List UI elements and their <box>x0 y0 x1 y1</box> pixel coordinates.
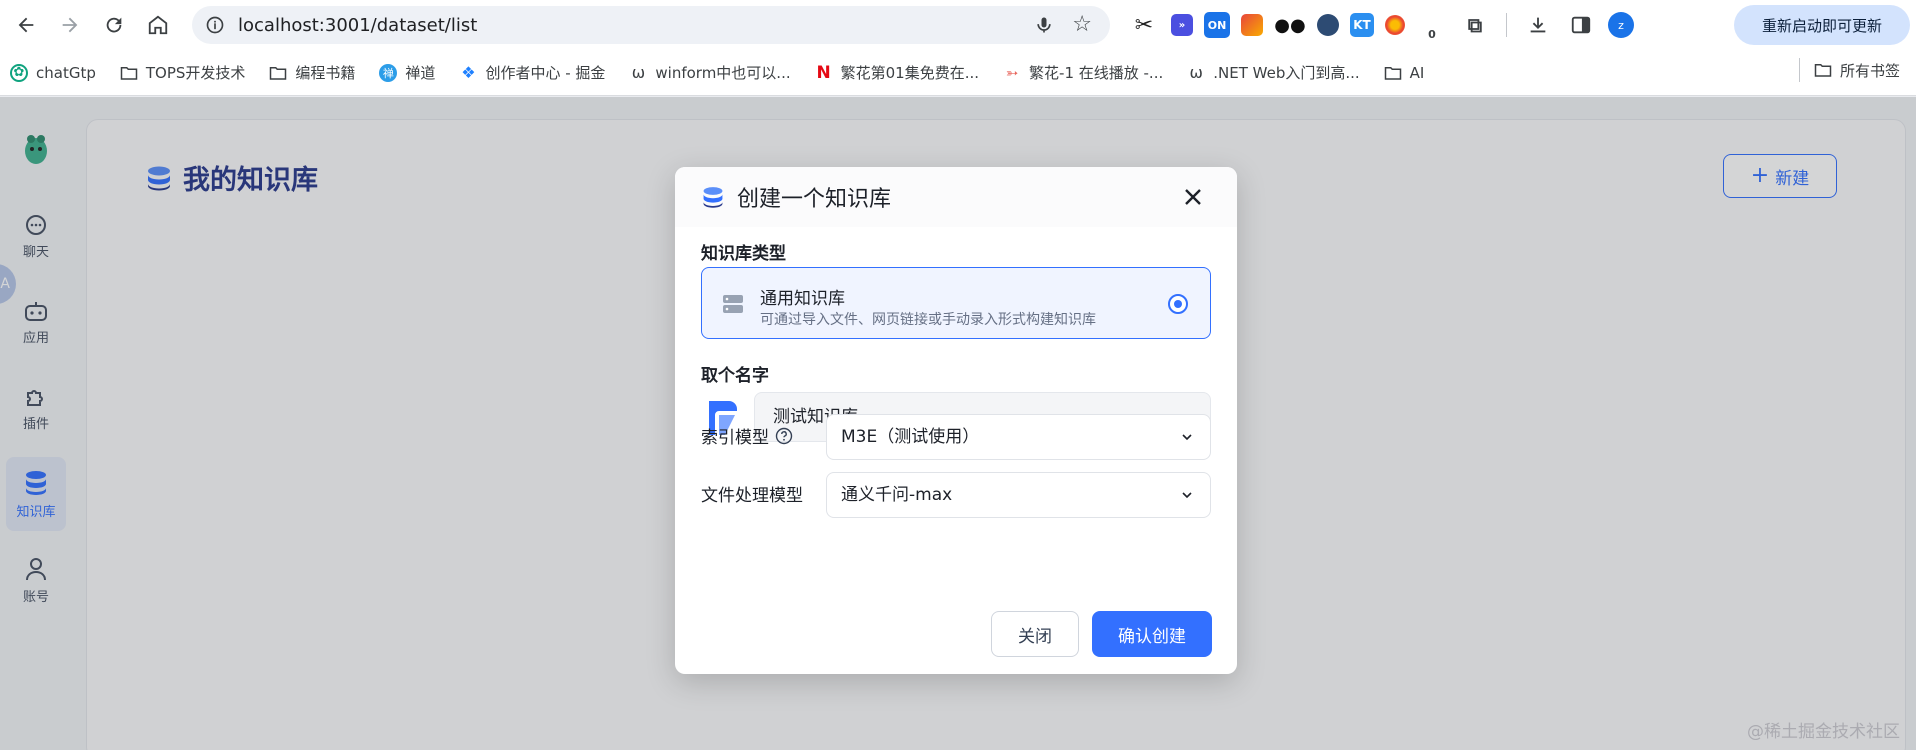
globe-extension-icon[interactable] <box>1317 14 1339 36</box>
site-info-button[interactable] <box>196 6 234 44</box>
index-model-select[interactable]: M3E（测试使用） <box>826 414 1211 460</box>
on-extension-icon[interactable]: ON <box>1204 12 1230 38</box>
arrow-left-icon <box>18 17 34 33</box>
bookmark-item[interactable]: N 繁花第01集免费在... <box>803 58 991 88</box>
file-model-select[interactable]: 通义千问-max <box>826 472 1211 518</box>
name-section-label: 取个名字 <box>701 366 769 386</box>
download-icon[interactable] <box>1522 9 1554 41</box>
toolbar-separator <box>1506 13 1507 37</box>
folder-icon <box>269 64 287 82</box>
browser-toolbar: localhost:3001/dataset/list ☆ ✂ » ON ●● … <box>0 0 1916 50</box>
folder-icon <box>120 64 138 82</box>
help-circle-icon[interactable] <box>775 427 793 445</box>
type-section-label: 知识库类型 <box>701 244 786 264</box>
chat-extension-icon[interactable]: » <box>1171 14 1193 36</box>
reload-icon <box>106 17 122 33</box>
chevron-down-icon <box>1182 434 1192 441</box>
omega-icon: ω <box>631 63 646 82</box>
zentao-icon: 禅 <box>379 63 398 82</box>
bookmarks-bar: ✿ chatGtp TOPS开发技术 编程书籍 禅 禅道 ❖ 创作者中心 - 掘… <box>0 50 1916 96</box>
restart-update-button[interactable]: 重新启动即可更新 <box>1734 5 1910 45</box>
bookmark-item[interactable]: TOPS开发技术 <box>108 58 258 88</box>
bookmark-item[interactable]: ω winform中也可以... <box>617 58 802 88</box>
arrow-right-icon <box>62 17 78 33</box>
home-icon <box>148 15 168 35</box>
reload-button[interactable] <box>94 5 134 45</box>
bookmark-item[interactable]: AI <box>1372 58 1437 88</box>
confirm-create-button[interactable]: 确认创建 <box>1092 611 1212 657</box>
all-bookmarks[interactable]: 所有书签 <box>1795 58 1900 82</box>
scissors-icon[interactable]: ✂ <box>1128 9 1160 41</box>
watermark: @稀土掘金技术社区 <box>1747 722 1900 742</box>
chevron-down-icon <box>1182 492 1192 499</box>
fish-icon: ➳ <box>1005 63 1019 82</box>
juejin-icon: ❖ <box>461 63 476 82</box>
type-radio[interactable] <box>1168 294 1188 314</box>
netflix-icon: N <box>816 62 831 83</box>
modal-title: 创建一个知识库 <box>737 187 892 212</box>
openai-icon: ✿ <box>10 63 28 82</box>
kt-extension-icon[interactable]: KT <box>1350 13 1374 37</box>
forward-button[interactable] <box>50 5 90 45</box>
bookmark-item[interactable]: ✿ chatGtp <box>0 58 108 88</box>
url-text[interactable]: localhost:3001/dataset/list <box>238 15 477 36</box>
back-button[interactable] <box>6 5 46 45</box>
address-bar[interactable]: localhost:3001/dataset/list ☆ <box>192 6 1110 44</box>
bookmark-item[interactable]: ❖ 创作者中心 - 掘金 <box>447 58 617 88</box>
sync-extension-icon[interactable]: 0 <box>1416 9 1448 41</box>
info-icon <box>206 16 224 34</box>
dataset-type-option[interactable]: 通用知识库 可通过导入文件、网页链接或手动录入形式构建知识库 <box>701 267 1211 339</box>
close-icon[interactable] <box>1179 183 1207 211</box>
type-option-name: 通用知识库 <box>760 289 845 309</box>
download-arrow-icon <box>1530 17 1546 33</box>
radio-dot <box>1174 300 1182 308</box>
server-icon <box>723 295 743 313</box>
bookmark-item[interactable]: 禅 禅道 <box>367 58 447 88</box>
folder-icon <box>1814 62 1832 78</box>
bookmarks-separator <box>1798 58 1800 82</box>
microphone-icon[interactable] <box>1034 14 1054 36</box>
omega-icon: ω <box>1189 63 1203 82</box>
file-model-field-label: 文件处理模型 <box>701 486 803 506</box>
modal-header: 创建一个知识库 <box>675 167 1237 227</box>
index-model-field-label: 索引模型 <box>701 423 793 448</box>
close-button[interactable]: 关闭 <box>991 611 1079 657</box>
side-panel-icon[interactable] <box>1565 9 1597 41</box>
extensions-puzzle-icon[interactable]: ⧉ <box>1459 9 1491 41</box>
panel-icon <box>1571 16 1591 34</box>
type-option-description: 可通过导入文件、网页链接或手动录入形式构建知识库 <box>760 312 1096 328</box>
bookmark-star-icon[interactable]: ☆ <box>1072 12 1092 37</box>
color-extension-icon[interactable] <box>1385 15 1405 35</box>
glasses-extension-icon[interactable]: ●● <box>1274 9 1306 41</box>
screenshot-extension-icon[interactable] <box>1241 14 1263 36</box>
home-button[interactable] <box>138 5 178 45</box>
dataset-modal-icon <box>703 187 723 208</box>
create-dataset-modal: 创建一个知识库 知识库类型 通用知识库 可通过导入文件、网页链接或手动录入形式构… <box>675 167 1237 674</box>
bookmark-item[interactable]: ω .NET Web入门到高... <box>1175 58 1371 88</box>
bookmark-item[interactable]: ➳ 繁花-1 在线播放 -... <box>991 58 1175 88</box>
extensions-bar: ✂ » ON ●● KT 0 ⧉ z <box>1128 9 1634 41</box>
profile-avatar[interactable]: z <box>1608 12 1634 38</box>
bookmark-item[interactable]: 编程书籍 <box>257 58 367 88</box>
folder-icon <box>1384 64 1402 82</box>
